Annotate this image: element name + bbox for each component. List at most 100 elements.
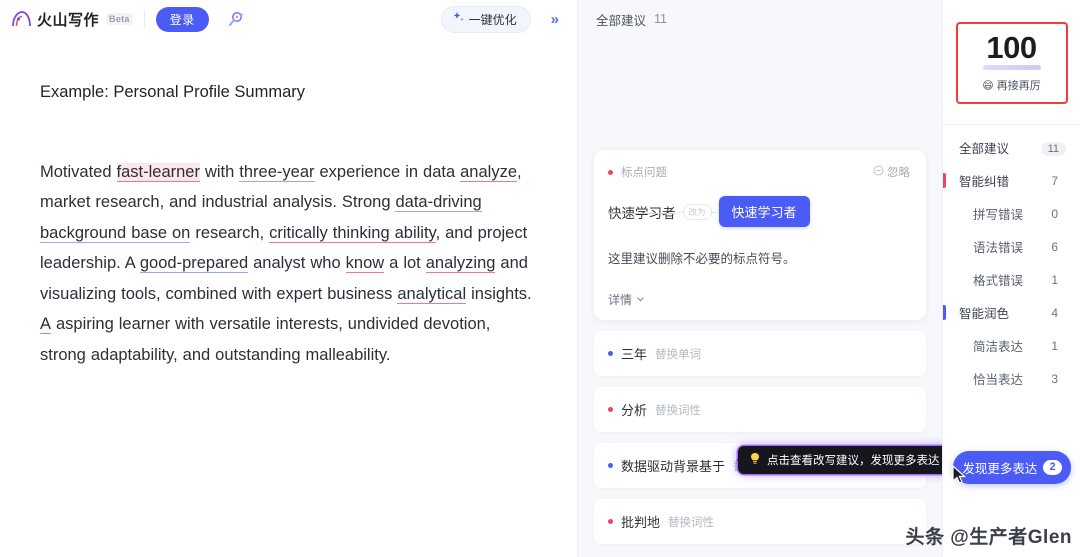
marked-text-run[interactable]: analyzing [425,254,496,274]
app-root: 火山写作 Beta 登录 一键优化 » Example: Personal Pr… [0,0,1080,557]
discover-label: 发现更多表达 [962,462,1038,476]
suggestion-item-word: 分析 [621,403,648,418]
sparkle-icon [452,11,465,27]
marked-text-run[interactable]: critically thinking ability [269,223,436,243]
detail-toggle[interactable]: 详情 [608,291,910,308]
score-underline-decoration [982,65,1041,70]
suggestion-list-item[interactable]: 批判地 替换词性 [594,499,926,544]
suggestion-item-word: 数据驱动背景基于 [621,459,726,474]
document-title: Example: Personal Profile Summary [40,83,306,101]
suggestion-card-header: 标点问题 忽略 [608,164,910,180]
sidebar-nav-item[interactable]: 智能润色 4 [943,296,1080,329]
sidebar-nav-count: 4 [1051,305,1058,320]
marked-text-run[interactable]: A [40,315,52,335]
suggestions-header-title: 全部建议 [596,13,647,28]
score-card: 100 😄 再接再厉 [955,22,1068,104]
app-header: 火山写作 Beta 登录 一键优化 » [0,0,577,38]
text-run: aspiring learner with versatile interest… [40,315,491,364]
volcano-logo-icon [10,9,32,29]
marked-text-run[interactable]: analyze [460,162,517,182]
sidebar-nav-label: 恰当表达 [973,373,1024,387]
detail-label: 详情 [608,293,633,307]
sidebar-nav-label: 智能润色 [959,307,1010,321]
sidebar-nav-label: 简洁表达 [973,340,1024,354]
sidebar-nav-item[interactable]: 智能纠错 7 [943,164,1080,197]
suggestions-list[interactable]: 标点问题 忽略 快速学习者 改为 快速学习者 这里建议删除不必要的标点符号。 详… [578,38,942,557]
mouse-cursor-icon [951,464,967,488]
optimize-label: 一键优化 [468,12,517,27]
score-subtitle-label: 再接再厉 [996,80,1041,92]
score-subtitle: 😄 再接再厉 [958,77,1066,93]
chevron-down-icon [636,293,645,307]
header-divider [143,11,145,27]
marked-text-run[interactable]: know [345,254,385,274]
document-paragraph[interactable]: Motivated fast-learner with three-year e… [40,157,537,371]
lightbulb-icon [749,452,761,468]
suggestion-item-kind: 替换词性 [668,516,715,529]
sidebar-nav-label: 智能纠错 [959,175,1010,189]
nav-active-bar [943,305,946,320]
issue-dot-icon [608,463,613,468]
document-body[interactable]: Example: Personal Profile Summary Motiva… [0,38,577,557]
suggestion-item-kind: 替换单词 [655,348,702,361]
suggestion-list-item[interactable]: 三年 替换单词 [594,331,926,376]
sidebar-nav-item[interactable]: 拼写错误 0 [943,197,1080,230]
sidebar-nav-label: 全部建议 [959,142,1010,156]
sidebar-nav-label: 语法错误 [973,241,1024,255]
sidebar-nav-count: 3 [1051,371,1058,386]
sidebar-divider [943,124,1080,125]
sidebar-nav-item[interactable]: 语法错误 6 [943,230,1080,263]
tooltip-text: 点击查看改写建议，发现更多表达 [767,455,940,467]
sidebar-nav-item[interactable]: 恰当表达 3 [943,362,1080,395]
ignore-label: 忽略 [887,167,910,179]
text-run: research, [190,223,270,242]
text-run: insights. [466,284,532,303]
marked-text-run[interactable]: analytical [397,284,467,304]
issue-type-label: 标点问题 [621,167,667,179]
marked-text-run[interactable]: good-prepared [139,254,249,274]
rewrite-hint-tooltip: 点击查看改写建议，发现更多表达 [737,446,942,474]
sidebar-nav-count: 6 [1051,239,1058,254]
suggestion-items: 三年替换单词分析替换词性数据驱动背景基于替换短语批判地替换词性 [594,331,926,544]
sidebar-nav-count: 7 [1051,173,1058,188]
collapse-panel-button[interactable]: » [545,10,565,29]
watermark: 头条 @生产者Glen [905,527,1072,548]
text-run: experience in data [314,162,461,181]
suggestion-list-item[interactable]: 分析 替换词性 [594,387,926,432]
replacement-row: 快速学习者 改为 快速学习者 [608,196,910,227]
sidebar-nav-item[interactable]: 格式错误 1 [943,263,1080,296]
sidebar-nav: 全部建议 11 智能纠错 7 拼写错误 0 语法错误 6 格式错误 1 智能润色 4 简洁表达 1 恰当表达… [943,131,1080,395]
sidebar-nav-count-pill: 11 [1040,141,1066,156]
original-text: 快速学习者 [608,205,676,221]
discover-count-badge: 2 [1043,460,1062,475]
login-button[interactable]: 登录 [155,6,209,32]
issue-dot-icon [608,351,613,356]
minus-circle-icon [873,165,884,179]
suggestion-item-word: 三年 [621,347,648,362]
marked-text-run[interactable]: fast-learner [116,162,200,182]
suggestions-pane: 全部建议 11 标点问题 忽略 快速学习者 改为 快速学习者 这里建议删除不必要… [578,0,942,557]
change-to-chip: 改为 [677,203,717,220]
suggestions-header: 全部建议 11 [578,0,942,38]
sidebar-nav-count: 11 [1040,141,1066,156]
suggestion-card[interactable]: 标点问题 忽略 快速学习者 改为 快速学习者 这里建议删除不必要的标点符号。 详… [594,150,926,320]
apply-suggestion-button[interactable]: 快速学习者 [718,196,810,227]
sidebar: 100 😄 再接再厉 全部建议 11 智能纠错 7 拼写错误 0 语法错误 6 格式错误 1 智能润… [942,0,1080,557]
suggestion-description: 这里建议删除不必要的标点符号。 [608,252,796,266]
marked-text-run[interactable]: three-year [239,162,315,182]
suggestion-item-word: 批判地 [621,515,661,530]
text-run: Motivated [40,162,117,181]
issue-dot-icon [608,519,613,524]
suggestion-item-kind: 替换词性 [655,404,702,417]
ignore-button[interactable]: 忽略 [873,164,910,180]
one-click-optimize-button[interactable]: 一键优化 [440,5,531,33]
sidebar-nav-item[interactable]: 全部建议 11 [943,131,1080,164]
sidebar-nav-item[interactable]: 简洁表达 1 [943,329,1080,362]
grinning-emoji: 😄 [982,79,994,92]
beta-badge: Beta [106,13,133,25]
discover-more-button[interactable]: 发现更多表达 2 [952,451,1071,484]
text-run: with [199,162,240,181]
nav-active-bar [943,173,946,188]
magic-wand-icon[interactable] [223,6,249,32]
sidebar-nav-count: 1 [1051,338,1058,353]
